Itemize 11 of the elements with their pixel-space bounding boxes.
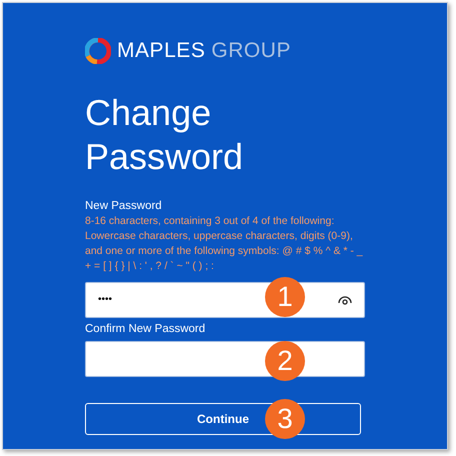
confirm-password-field[interactable]: [85, 340, 365, 376]
logo-text: MAPLES: [117, 38, 206, 64]
password-value: ••••: [98, 293, 112, 307]
page-title: Change Password: [85, 90, 244, 178]
field-label: Confirm New Password: [85, 322, 206, 336]
eye-icon[interactable]: [338, 294, 352, 304]
password-rules-text: 8-16 characters, containing 3 out of 4 of the following: Lowercase characters, uppercase characters, digits (0-9), and one or more of the following symbols: @ # $ % ^ & * - _ + = [ ] { } | \ : ' , ? / ` ~ " ( ) ; :: [85, 214, 364, 274]
field-label: New Password: [85, 198, 163, 214]
logo-icon: [85, 38, 111, 64]
logo-text: GROUP: [211, 38, 291, 64]
step-badge: 3: [265, 398, 305, 438]
